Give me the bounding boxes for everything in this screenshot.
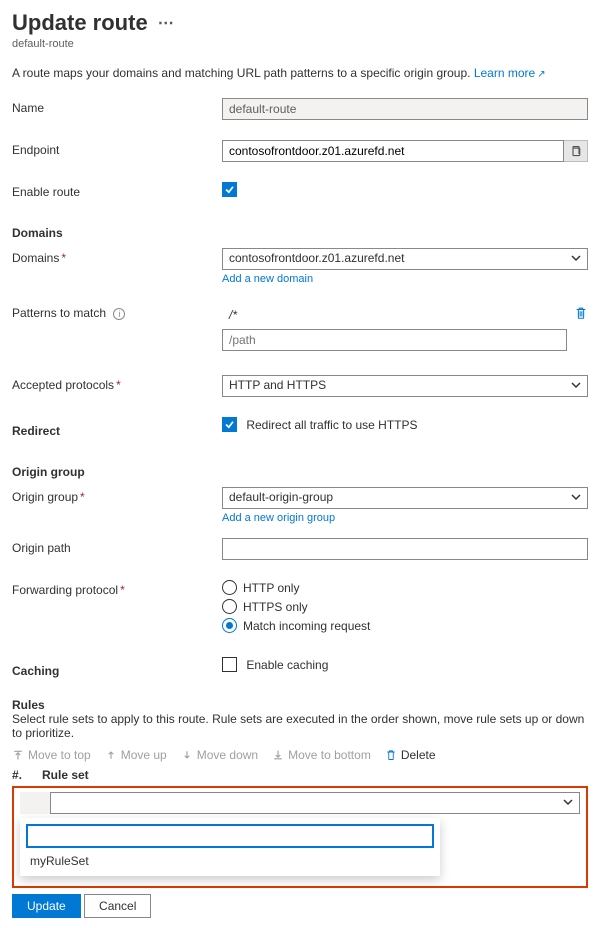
page-description: A route maps your domains and matching U…: [12, 66, 588, 80]
forwarding-https-only[interactable]: HTTPS only: [222, 599, 588, 614]
more-icon[interactable]: ⋯: [158, 13, 175, 33]
caching-heading: Caching: [12, 661, 222, 678]
ruleset-highlight-box: myRuleSet: [12, 786, 588, 888]
name-label: Name: [12, 98, 222, 115]
ruleset-filter-input[interactable]: [26, 824, 434, 848]
learn-more-link[interactable]: Learn more↗: [474, 66, 546, 80]
enable-route-checkbox[interactable]: [222, 182, 237, 197]
enable-caching-checkbox[interactable]: [222, 657, 237, 672]
rules-toolbar: Move to top Move up Move down Move to bo…: [12, 748, 588, 762]
add-origin-group-link[interactable]: Add a new origin group: [222, 512, 335, 524]
page-title: Update route: [12, 10, 148, 36]
origin-group-heading: Origin group: [12, 462, 222, 479]
domains-heading: Domains: [12, 223, 222, 240]
pattern-value: /*: [222, 303, 568, 325]
external-link-icon: ↗: [537, 69, 545, 80]
accepted-protocols-label: Accepted protocols*: [12, 375, 222, 392]
chevron-down-icon: [563, 796, 573, 810]
ruleset-row-number: [20, 792, 50, 814]
chevron-down-icon: [571, 379, 581, 393]
chevron-down-icon: [571, 491, 581, 505]
endpoint-label: Endpoint: [12, 140, 222, 157]
move-to-top-button[interactable]: Move to top: [12, 748, 91, 762]
forwarding-match-incoming[interactable]: Match incoming request: [222, 618, 588, 633]
redirect-label: Redirect all traffic to use HTTPS: [246, 418, 417, 432]
domains-label: Domains*: [12, 248, 222, 265]
update-button[interactable]: Update: [12, 894, 81, 918]
move-up-button[interactable]: Move up: [105, 748, 167, 762]
origin-group-select[interactable]: default-origin-group: [222, 487, 588, 509]
rules-heading: Rules: [12, 698, 588, 712]
name-field: [222, 98, 588, 120]
domains-select[interactable]: contosofrontdoor.z01.azurefd.net: [222, 248, 588, 270]
ruleset-option-myruleset[interactable]: myRuleSet: [26, 848, 434, 870]
origin-group-label: Origin group*: [12, 487, 222, 504]
cancel-button[interactable]: Cancel: [84, 894, 151, 918]
delete-pattern-button[interactable]: [574, 306, 588, 323]
redirect-checkbox[interactable]: [222, 417, 237, 432]
delete-rule-button[interactable]: Delete: [385, 748, 436, 762]
enable-caching-label: Enable caching: [246, 658, 328, 672]
patterns-label: Patterns to match i: [12, 303, 222, 320]
enable-route-label: Enable route: [12, 182, 222, 199]
info-icon[interactable]: i: [113, 308, 125, 320]
chevron-down-icon: [571, 252, 581, 266]
ruleset-select[interactable]: [50, 792, 580, 814]
origin-path-label: Origin path: [12, 538, 222, 555]
add-domain-link[interactable]: Add a new domain: [222, 273, 313, 285]
ruleset-col-number: #.: [12, 768, 42, 782]
forwarding-http-only[interactable]: HTTP only: [222, 580, 588, 595]
page-subtitle: default-route: [12, 38, 588, 50]
redirect-heading: Redirect: [12, 421, 222, 438]
origin-path-input[interactable]: [222, 538, 588, 560]
forwarding-protocol-label: Forwarding protocol*: [12, 580, 222, 597]
accepted-protocols-select[interactable]: HTTP and HTTPS: [222, 375, 588, 397]
move-to-bottom-button[interactable]: Move to bottom: [272, 748, 371, 762]
ruleset-dropdown-popup: myRuleSet: [20, 818, 440, 876]
pattern-input[interactable]: [222, 329, 567, 351]
ruleset-col-header: Rule set: [42, 768, 588, 782]
rules-description: Select rule sets to apply to this route.…: [12, 712, 588, 740]
copy-endpoint-button[interactable]: [564, 140, 588, 162]
endpoint-field: [222, 140, 564, 162]
move-down-button[interactable]: Move down: [181, 748, 258, 762]
